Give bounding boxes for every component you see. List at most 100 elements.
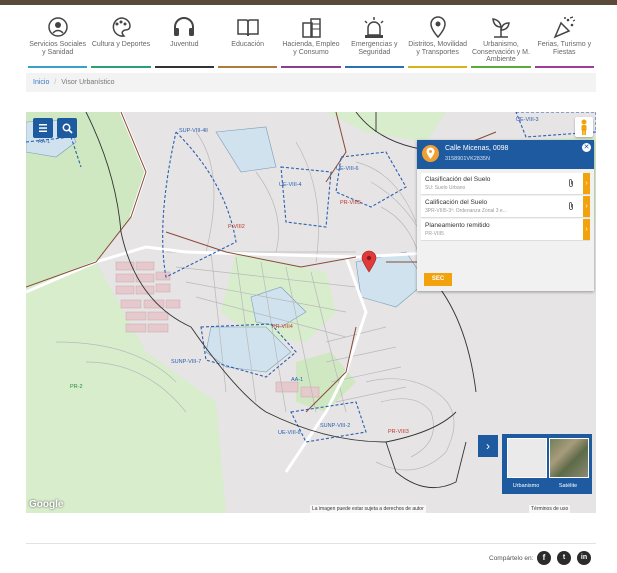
zone-label: UE-VIII-4 — [279, 182, 302, 188]
breadcrumb-home-link[interactable]: Inicio — [33, 79, 49, 86]
popup-close-button[interactable]: ✕ — [582, 143, 591, 152]
info-row-clasificacion[interactable]: Clasificación del Suelo SU: Suelo Urbano… — [421, 173, 590, 195]
plant-icon — [492, 18, 510, 38]
nav-color-bar — [217, 66, 278, 68]
menu-icon — [39, 124, 47, 132]
nav-item-ferias[interactable]: Ferias, Turismo y Fiestas — [533, 12, 596, 70]
info-row-title: Calificación del Suelo — [425, 199, 488, 206]
parcel-info-popup: Calle Micenas, 0098 3158901VK2835N ✕ Cla… — [417, 140, 594, 291]
terms-link[interactable]: Términos de uso — [529, 505, 571, 513]
nav-color-bar — [471, 66, 531, 68]
twitter-icon[interactable]: t — [557, 551, 571, 565]
nav-color-bar — [28, 66, 88, 68]
basemap-urbanismo-label: Urbanismo — [512, 483, 540, 489]
info-row-calificacion[interactable]: Calificación del Suelo 3PR-VIII5-3º: Ord… — [421, 196, 590, 218]
zone-label: SUNP-VIII-2 — [320, 423, 350, 429]
linkedin-icon[interactable]: in — [577, 551, 591, 565]
info-row-title: Planeamiento remitido — [425, 222, 490, 229]
zone-label: PR-VIII3 — [388, 429, 409, 435]
zone-label: UE-VIII-6 — [336, 166, 359, 172]
info-row-value: PR-VIII5 — [425, 231, 444, 237]
zone-label: SUNP-VIII-7 — [171, 359, 201, 365]
row-expand-button[interactable]: › — [583, 219, 590, 240]
headphones-icon — [174, 17, 195, 36]
nav-color-bar — [154, 66, 214, 68]
paperclip-icon[interactable] — [567, 178, 575, 188]
map-attribution: La imagen puede estar sujeta a derechos … — [310, 505, 426, 513]
nav-item-label: Juventud — [170, 41, 199, 48]
nav-item-cultura-deportes[interactable]: Cultura y Deportes — [89, 12, 152, 70]
nav-item-juventud[interactable]: Juventud — [153, 12, 216, 70]
nav-item-emergencias[interactable]: Emergencias y Seguridad — [343, 12, 406, 70]
nav-item-label: Hacienda, Empleo y Consumo — [282, 41, 340, 56]
coins-icon — [302, 18, 321, 38]
siren-icon — [364, 17, 384, 38]
nav-color-bar — [407, 66, 468, 68]
basemap-urbanismo-thumb[interactable] — [507, 438, 547, 478]
zone-label: PR-VIII5 — [340, 200, 361, 206]
people-care-icon — [47, 17, 68, 37]
nav-item-label: Cultura y Deportes — [91, 41, 151, 48]
breadcrumb: Inicio / Visor Urbanístico — [26, 73, 596, 92]
chevron-right-icon: › — [486, 439, 490, 453]
paperclip-icon[interactable] — [567, 201, 575, 211]
footer-divider — [26, 543, 596, 544]
share-label: Compártelo en: — [489, 555, 534, 562]
zone-label: UE-VIII-3 — [516, 117, 539, 123]
book-icon — [236, 19, 259, 37]
nav-item-hacienda[interactable]: Hacienda, Empleo y Consumo — [279, 12, 342, 70]
facebook-icon[interactable]: f — [537, 551, 551, 565]
nav-color-bar — [281, 66, 341, 68]
nav-item-educacion[interactable]: Educación — [216, 12, 279, 70]
location-pin-icon — [422, 145, 439, 162]
nav-item-servicios-sociales[interactable]: Servicios Sociales y Sanidad — [26, 12, 89, 70]
basemap-satelite-thumb[interactable] — [549, 438, 589, 478]
zone-label: AA-1 — [38, 139, 50, 145]
chevron-right-icon: › — [585, 203, 588, 210]
row-expand-button[interactable]: › — [583, 173, 590, 194]
chevron-right-icon: › — [585, 226, 588, 233]
nav-color-bar — [344, 66, 404, 68]
popup-cadastral-ref: 3158901VK2835N — [445, 156, 490, 162]
zone-label: UE-VIII-6 — [278, 430, 301, 436]
info-row-planeamiento[interactable]: Planeamiento remitido PR-VIII5 › — [421, 219, 590, 241]
close-icon: ✕ — [583, 144, 590, 151]
popup-address: Calle Micenas, 0098 — [445, 145, 509, 152]
zone-label: PR-2 — [70, 384, 83, 390]
map-search-button[interactable] — [57, 118, 77, 138]
breadcrumb-current: Visor Urbanístico — [61, 79, 115, 86]
zone-label: AA-1 — [291, 377, 303, 383]
basemap-satelite-label: Satélite — [558, 483, 578, 489]
google-logo: Google — [29, 499, 64, 510]
party-icon — [553, 16, 576, 39]
search-icon — [62, 123, 73, 134]
nav-item-distritos[interactable]: Distritos, Movilidad y Transportes — [406, 12, 469, 70]
streetview-pegman[interactable] — [575, 117, 593, 137]
nav-color-bar — [91, 66, 151, 68]
layer-switcher-toggle[interactable]: › — [478, 435, 498, 457]
info-row-value: SU: Suelo Urbano — [425, 185, 466, 191]
popup-header: Calle Micenas, 0098 3158901VK2835N ✕ — [417, 140, 594, 169]
basemap-switcher: Urbanismo Satélite — [502, 434, 592, 494]
map-viewer[interactable]: SUP-VIII-4ll UE-VIII-3 UE-VIII-4 UE-VIII… — [26, 112, 596, 513]
nav-color-bar — [534, 66, 594, 68]
zone-label: PR-VIII4 — [272, 324, 293, 330]
nav-item-label: Ferias, Turismo y Fiestas — [537, 41, 592, 56]
pegman-icon — [581, 119, 587, 135]
nav-item-label: Educación — [231, 41, 264, 48]
nav-item-label: Urbanismo, Conservación y M. Ambiente — [471, 41, 530, 63]
location-icon — [429, 16, 446, 39]
nav-item-label: Distritos, Movilidad y Transportes — [408, 41, 467, 56]
nav-item-label: Emergencias y Seguridad — [351, 41, 398, 56]
layers-menu-button[interactable] — [33, 118, 53, 138]
nav-item-urbanismo[interactable]: Urbanismo, Conservación y M. Ambiente — [469, 12, 532, 70]
zone-label: SUP-VIII-4ll — [179, 128, 208, 134]
info-row-title: Clasificación del Suelo — [425, 176, 491, 183]
row-expand-button[interactable]: › — [583, 196, 590, 217]
sec-button[interactable]: SEC — [424, 273, 452, 286]
palette-icon — [112, 17, 131, 37]
top-photo-strip — [0, 0, 617, 5]
chevron-right-icon: › — [585, 180, 588, 187]
breadcrumb-separator: / — [54, 79, 57, 86]
zone-label: P-VIII2 — [228, 224, 245, 230]
